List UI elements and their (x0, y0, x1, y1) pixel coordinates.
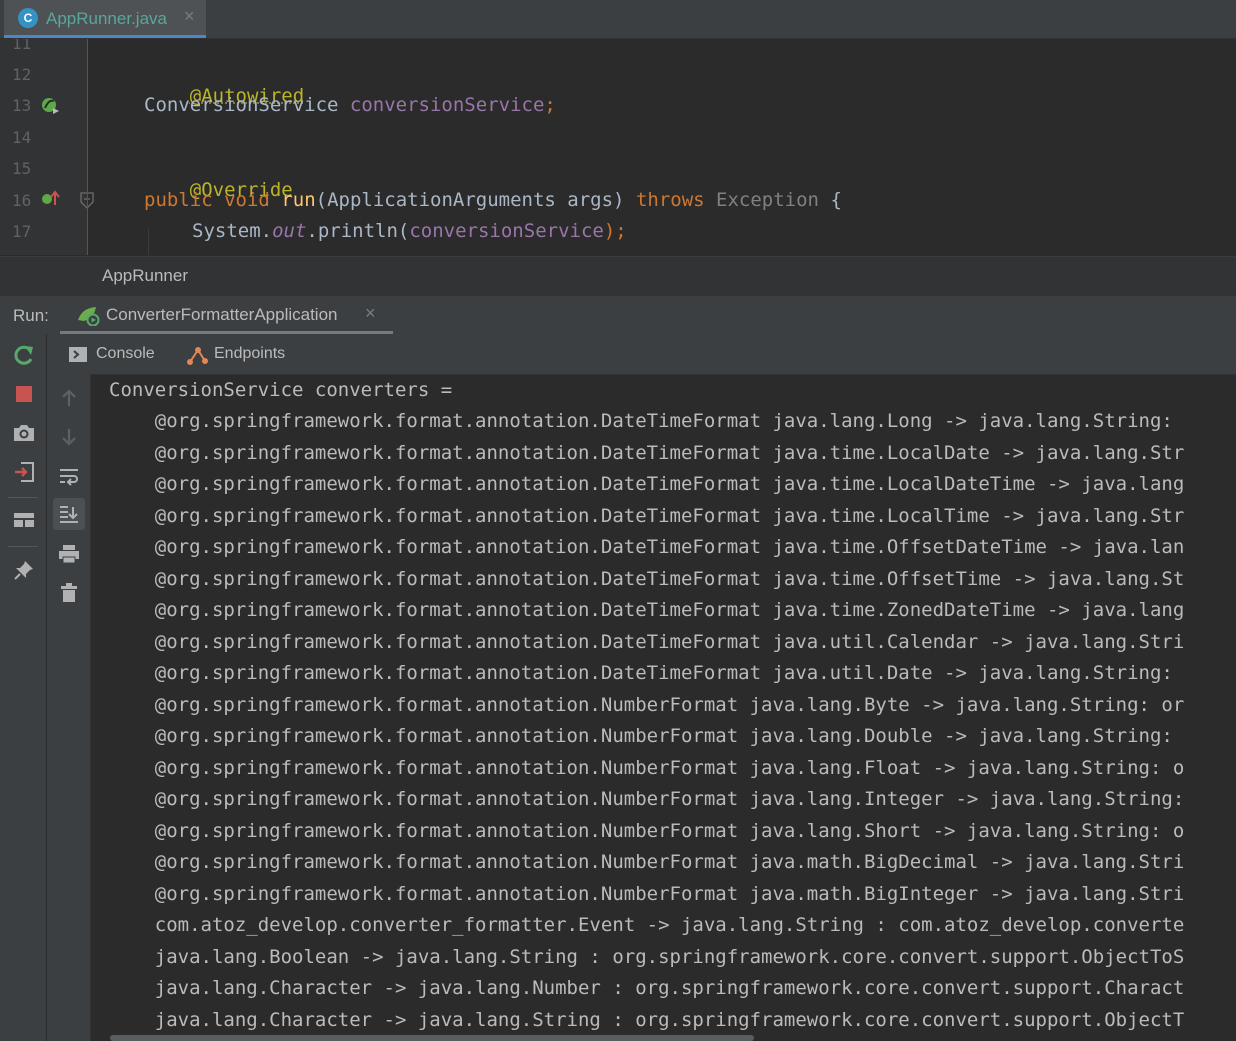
exit-icon[interactable] (10, 458, 38, 486)
tab-console[interactable]: Console (55, 334, 175, 374)
spring-boot-run-icon (78, 307, 100, 326)
file-tab-label: AppRunner.java (46, 9, 167, 28)
soft-wrap-icon[interactable] (55, 462, 83, 490)
console-line: ConversionService converters = (109, 379, 453, 401)
rerun-icon[interactable] (10, 342, 38, 370)
semicolon: ; (544, 94, 556, 116)
indent-guide (148, 229, 149, 255)
breadcrumb: AppRunner (0, 256, 1236, 295)
console-icon (69, 347, 87, 362)
run-config-tab-label: ConverterFormatterApplication (106, 305, 338, 324)
console-line: @org.springframework.format.annotation.D… (109, 410, 1185, 432)
code-line-13: ConversionService conversionService; (144, 94, 556, 116)
tab-endpoints[interactable]: Endpoints (175, 334, 305, 374)
console-line: @org.springframework.format.annotation.N… (109, 694, 1185, 716)
console-line: @org.springframework.format.annotation.N… (109, 883, 1185, 905)
spring-bean-icon[interactable] (40, 96, 62, 116)
run-label: Run: (13, 306, 49, 325)
toolbar-separator (8, 497, 38, 498)
console-line: java.lang.Character -> java.lang.String … (109, 1009, 1185, 1031)
down-arrow-icon[interactable] (55, 423, 83, 451)
tab-endpoints-label: Endpoints (214, 345, 286, 362)
pin-icon[interactable] (10, 556, 38, 584)
console-line: @org.springframework.format.annotation.N… (109, 725, 1185, 747)
console-line: @org.springframework.format.annotation.N… (109, 851, 1185, 873)
console-line: java.lang.Character -> java.lang.Number … (109, 977, 1185, 999)
type-conversionservice: ConversionService (144, 94, 339, 116)
breadcrumb-item-apprunner[interactable]: AppRunner (102, 266, 188, 286)
up-arrow-icon[interactable] (55, 384, 83, 412)
gutter-separator (87, 39, 88, 255)
field-conversionservice: conversionService (349, 94, 545, 116)
method-params: (ApplicationArguments args) (315, 189, 625, 211)
open-brace: { (830, 189, 842, 211)
call-end: ); (603, 220, 627, 242)
layout-icon[interactable] (10, 506, 38, 534)
stop-icon[interactable] (10, 380, 38, 408)
console-line: @org.springframework.format.annotation.N… (109, 788, 1185, 810)
horizontal-scrollbar[interactable] (110, 1035, 754, 1041)
run-subtabs: Console Endpoints (47, 334, 1236, 375)
console-output[interactable]: ConversionService converters = @org.spri… (91, 375, 1236, 1041)
line-number: 13 (12, 96, 32, 115)
console-line: @org.springframework.format.annotation.D… (109, 568, 1185, 590)
file-tab-apprunner[interactable]: C AppRunner.java × (4, 0, 206, 38)
console-line: @org.springframework.format.annotation.N… (109, 757, 1185, 779)
println-call: .println( (306, 220, 410, 242)
code-line-16: public void run(ApplicationArguments arg… (144, 189, 842, 211)
line-number: 17 (12, 222, 32, 241)
keyword-void: void (224, 189, 270, 211)
console-line: com.atoz_develop.converter_formatter.Eve… (109, 914, 1185, 936)
line-number: 15 (12, 159, 32, 178)
tab-console-label: Console (96, 345, 155, 362)
keyword-throws: throws (635, 189, 705, 211)
run-tool-window-header: Run: ConverterFormatterApplication × (0, 295, 1236, 334)
console-line: @org.springframework.format.annotation.D… (109, 599, 1185, 621)
console-line: @org.springframework.format.annotation.N… (109, 820, 1185, 842)
camera-icon[interactable] (10, 419, 38, 447)
override-method-icon[interactable] (40, 189, 62, 209)
line-number: 11 (12, 39, 32, 53)
console-line: @org.springframework.format.annotation.D… (109, 631, 1185, 653)
exception-type: Exception (716, 189, 819, 211)
console-line: @org.springframework.format.annotation.D… (109, 662, 1185, 684)
console-line: @org.springframework.format.annotation.D… (109, 442, 1185, 464)
close-tab-icon[interactable]: × (184, 6, 195, 27)
toolbar-separator (8, 546, 38, 547)
editor-tab-bar: C AppRunner.java × (0, 0, 1236, 39)
print-icon[interactable] (55, 540, 83, 568)
endpoints-icon (187, 347, 208, 365)
console-line: @org.springframework.format.annotation.D… (109, 505, 1185, 527)
arg-conversionservice: conversionService (409, 220, 604, 242)
editor-gutter: 11 12 13 14 15 16 17 (0, 39, 94, 255)
console-toolbar (47, 374, 91, 1041)
code-editor[interactable]: 11 12 13 14 15 16 17 @Autowired Conversi… (0, 39, 1236, 255)
code-line-17: System.out.println(conversionService); (192, 220, 627, 242)
line-number: 12 (12, 65, 32, 84)
class-icon: C (18, 8, 38, 28)
trash-icon[interactable] (55, 579, 83, 607)
method-run: run (281, 189, 316, 211)
console-line: @org.springframework.format.annotation.D… (109, 473, 1185, 495)
console-line: java.lang.Boolean -> java.lang.String : … (109, 946, 1185, 968)
line-number: 16 (12, 191, 32, 210)
run-left-toolbar (0, 334, 46, 1041)
scroll-to-end-icon[interactable] (53, 498, 85, 530)
system-class: System. (192, 220, 273, 242)
line-number: 14 (12, 128, 32, 147)
close-run-tab-icon[interactable]: × (365, 303, 376, 324)
keyword-public: public (144, 189, 213, 211)
run-config-tab[interactable]: ConverterFormatterApplication × (60, 296, 393, 334)
field-out: out (272, 220, 307, 242)
console-line: @org.springframework.format.annotation.D… (109, 536, 1185, 558)
